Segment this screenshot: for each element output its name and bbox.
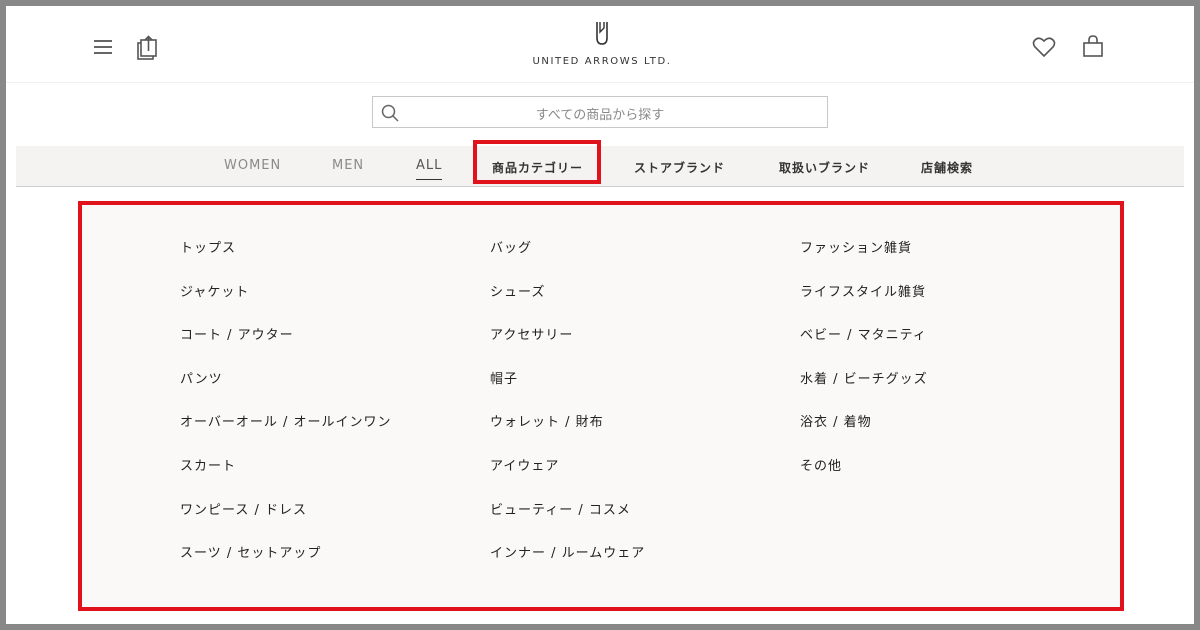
search-input[interactable]: すべての商品から探す [372, 96, 828, 128]
nav-store-brand[interactable]: ストアブランド [634, 159, 725, 176]
category-link[interactable]: その他 [800, 459, 928, 503]
category-link[interactable]: シューズ [490, 285, 645, 329]
category-link[interactable]: スカート [180, 459, 392, 503]
nav-women[interactable]: WOMEN [224, 158, 281, 173]
menu-icon[interactable] [94, 40, 112, 54]
category-link[interactable]: ライフスタイル雑貨 [800, 285, 928, 329]
bag-icon[interactable] [1082, 34, 1104, 58]
nav-store-search[interactable]: 店舗検索 [921, 159, 973, 176]
category-link[interactable]: コート / アウター [180, 328, 392, 372]
category-link[interactable]: ウォレット / 財布 [490, 415, 645, 459]
logo-text: UNITED ARROWS LTD. [532, 56, 672, 67]
site-header: UNITED ARROWS LTD. [6, 6, 1194, 83]
category-link[interactable]: 帽子 [490, 372, 645, 416]
category-link[interactable]: アクセサリー [490, 328, 645, 372]
nav-handled-brand[interactable]: 取扱いブランド [779, 159, 870, 176]
category-link[interactable]: オーバーオール / オールインワン [180, 415, 392, 459]
category-link[interactable]: スーツ / セットアップ [180, 546, 392, 590]
heart-icon[interactable] [1032, 36, 1056, 58]
nav-category[interactable]: 商品カテゴリー [492, 159, 583, 176]
category-link[interactable]: トップス [180, 241, 392, 285]
category-link[interactable]: ジャケット [180, 285, 392, 329]
category-link[interactable]: ファッション雑貨 [800, 241, 928, 285]
category-link[interactable]: インナー / ルームウェア [490, 546, 645, 590]
page: UNITED ARROWS LTD. すべての商品から探す WOMEN MEN … [6, 6, 1194, 624]
category-dropdown: トップス ジャケット コート / アウター パンツ オーバーオール / オールイ… [78, 201, 1124, 611]
logo-icon [596, 22, 608, 45]
category-nav: WOMEN MEN ALL 商品カテゴリー ストアブランド 取扱いブランド 店舗… [16, 140, 1184, 187]
category-link[interactable]: ワンピース / ドレス [180, 503, 392, 547]
nav-men[interactable]: MEN [332, 158, 364, 173]
nav-all[interactable]: ALL [416, 158, 443, 180]
brand-logo[interactable]: UNITED ARROWS LTD. [522, 20, 682, 76]
share-icon[interactable] [135, 35, 159, 61]
search-placeholder: すべての商品から探す [535, 108, 665, 123]
category-column-3: ファッション雑貨 ライフスタイル雑貨 ベビー / マタニティ 水着 / ビーチグ… [800, 241, 928, 503]
category-link[interactable]: バッグ [490, 241, 645, 285]
category-link[interactable]: 水着 / ビーチグッズ [800, 372, 928, 416]
category-column-1: トップス ジャケット コート / アウター パンツ オーバーオール / オールイ… [180, 241, 392, 590]
category-link[interactable]: アイウェア [490, 459, 645, 503]
category-link[interactable]: ビューティー / コスメ [490, 503, 645, 547]
category-column-2: バッグ シューズ アクセサリー 帽子 ウォレット / 財布 アイウェア ビューテ… [490, 241, 645, 590]
category-link[interactable]: パンツ [180, 372, 392, 416]
category-link[interactable]: ベビー / マタニティ [800, 328, 928, 372]
category-link[interactable]: 浴衣 / 着物 [800, 415, 928, 459]
